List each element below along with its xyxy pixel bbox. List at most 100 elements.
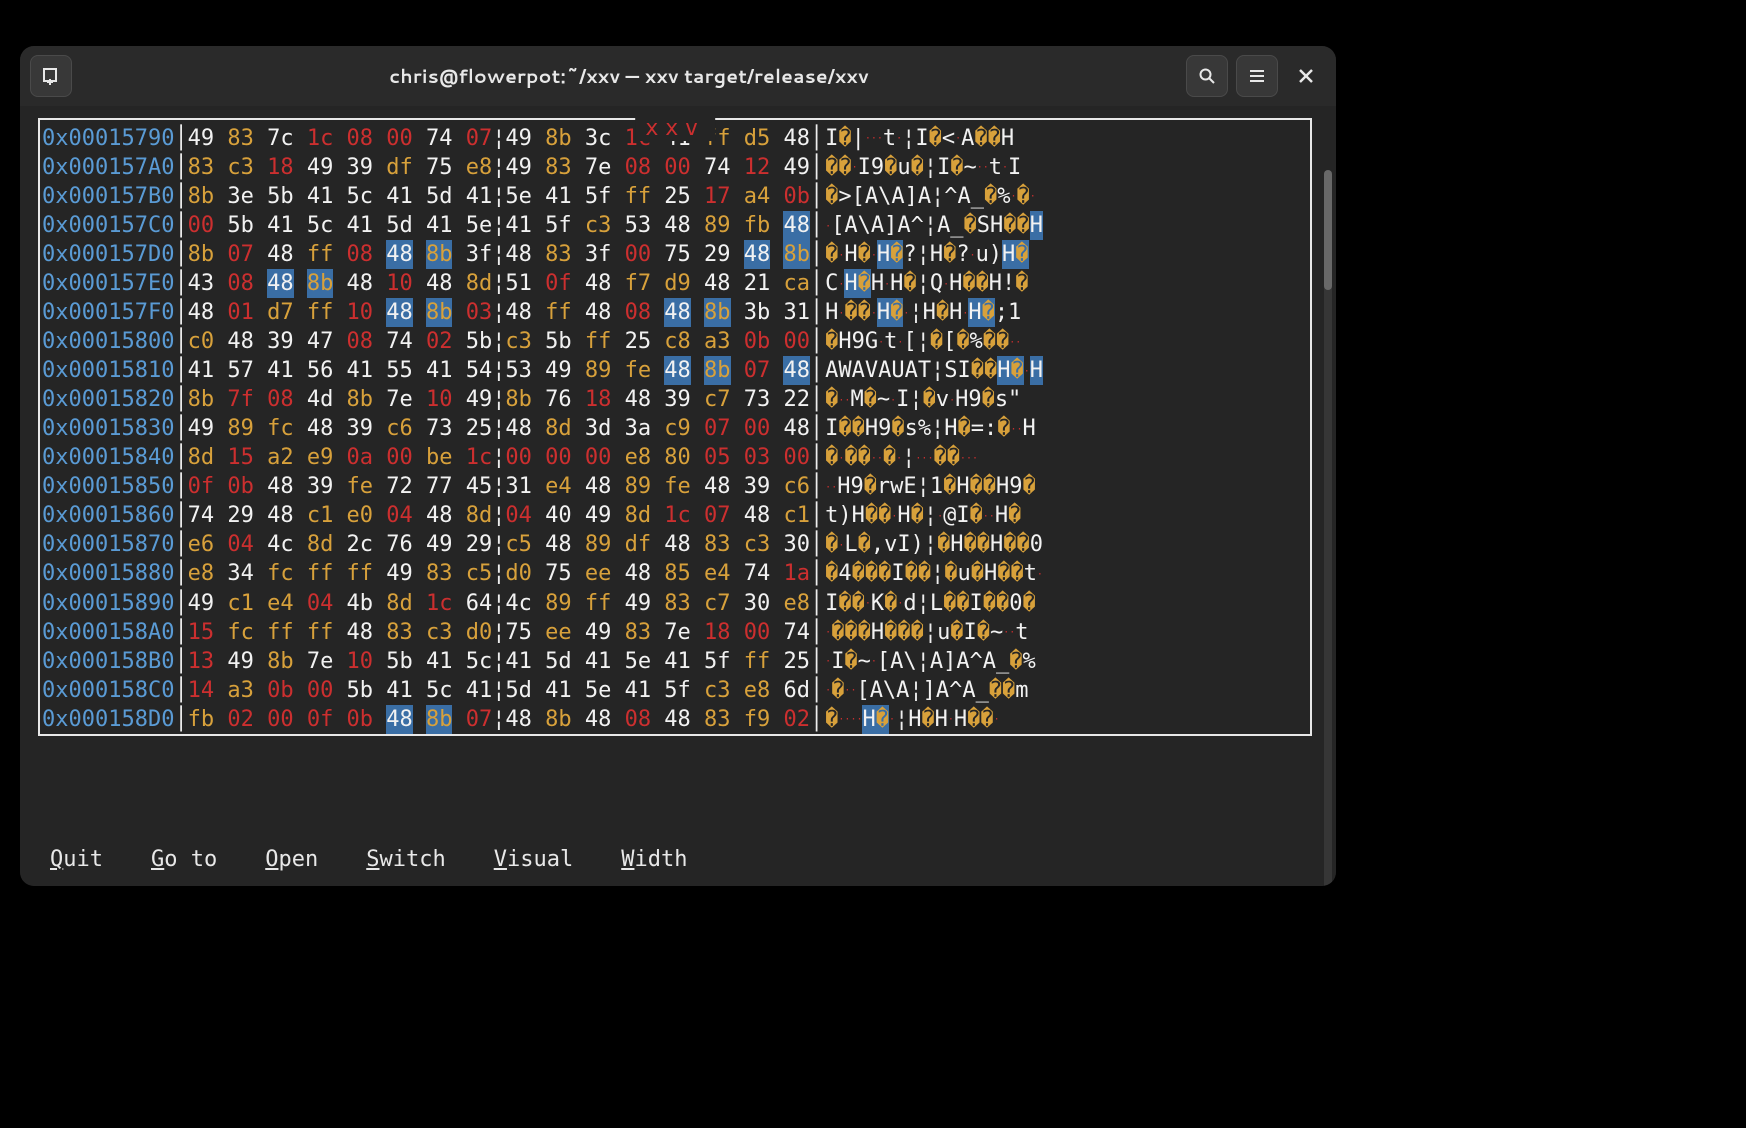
hex-byte: 49 [585,501,611,530]
ascii-char: 4 [838,559,851,588]
hex-byte: 34 [227,559,253,588]
column-separator: │ [810,356,823,385]
ascii-char: � [838,153,851,182]
hex-byte: 8d [307,530,333,559]
hex-byte: 7e [386,385,412,414]
hex-byte: 5f [585,182,611,211]
hex-byte: 48 [386,240,412,269]
hex-byte: 5f [704,647,730,676]
ascii-column: I��·K�·d¦L��I��0� [823,589,1036,618]
ascii-char: � [858,298,871,327]
hex-byte: 48 [267,472,293,501]
ascii-char: � [844,618,857,647]
ascii-char: A [930,647,943,676]
offset: 0x00015790 [40,124,174,153]
menu-item-pen[interactable]: Open [265,847,318,872]
column-separator: │ [174,327,187,356]
ascii-char: � [930,327,943,356]
ascii-char: � [947,443,960,472]
hex-byte: 51 [505,269,531,298]
ascii-char: I [825,589,838,618]
menu-button[interactable] [1236,55,1278,97]
ascii-char: � [977,530,990,559]
hex-byte: c6 [386,414,412,443]
new-tab-button[interactable] [30,55,72,97]
hex-byte: 85 [664,559,690,588]
ascii-char: � [984,182,997,211]
hex-byte: 41 [505,211,531,240]
hex-byte: 8b [188,385,214,414]
hex-byte: 53 [625,211,651,240]
terminal-content[interactable]: xxv 0x00015790│49 83 7c 1c 08 00 74 07¦4… [20,106,1336,886]
menu-item-witch[interactable]: Switch [366,847,445,872]
hex-byte: 2c [347,530,373,559]
hex-row: 0x00015880│e8 34 fc ff ff 49 83 c5¦d0 75… [40,559,1310,588]
ascii-char: S [977,211,990,240]
ascii-char: " [1008,385,1021,414]
ascii-char: U [891,356,904,385]
hex-byte: ff [267,618,293,647]
ascii-char: V [865,356,878,385]
ascii-char: � [844,647,857,676]
hex-byte: 10 [386,269,412,298]
hex-viewer: xxv 0x00015790│49 83 7c 1c 08 00 74 07¦4… [38,118,1312,826]
hex-byte: 41 [466,182,492,211]
hex-byte: 18 [585,385,611,414]
hex-byte: 48 [585,298,611,327]
ascii-char: H [944,414,957,443]
hex-byte: 53 [505,356,531,385]
hex-byte: 48 [664,705,690,734]
ascii-char: � [844,443,857,472]
search-button[interactable] [1186,55,1228,97]
menu-item-idth[interactable]: Width [621,847,687,872]
column-separator: │ [810,472,823,501]
ascii-char: � [890,298,903,327]
scrollbar-thumb[interactable] [1324,170,1332,290]
hex-byte: 8b [347,385,373,414]
ascii-char: � [825,327,838,356]
hex-byte: 25 [783,647,809,676]
ascii-char: � [825,182,838,211]
hex-byte: 03 [466,298,492,327]
ascii-char: [ [831,211,844,240]
ascii-char: \ [883,676,896,705]
ascii-char: � [1015,240,1028,269]
ascii-char: H [949,298,962,327]
hex-byte: e8 [625,443,651,472]
ascii-char: H [865,414,878,443]
hex-row: 0x000157D0│8b 07 48 ff 08 48 8b 3f¦48 83… [40,240,1310,269]
hex-byte: e8 [744,676,770,705]
close-button[interactable] [1286,56,1326,96]
scrollbar[interactable] [1324,170,1332,886]
hex-byte: 07 [744,356,770,385]
ascii-char: � [982,298,995,327]
ascii-char: H [1001,124,1014,153]
column-separator: │ [810,443,823,472]
ascii-char: ~ [877,385,890,414]
hex-bytes: 8b 07 48 ff 08 48 8b 3f¦48 83 3f 00 75 2… [188,240,810,269]
ascii-char: � [825,530,838,559]
ascii-char: A [936,676,949,705]
menu-item-isual[interactable]: Visual [494,847,573,872]
ascii-char: , [871,530,884,559]
ascii-char: A [870,676,883,705]
hex-row: 0x000158B0│13 49 8b 7e 10 5b 41 5c¦41 5d… [40,647,1310,676]
hex-byte: 4c [505,589,531,618]
hex-byte: ff [625,182,651,211]
ascii-char: ) [989,240,1002,269]
ascii-char: � [838,414,851,443]
hex-byte: 30 [744,589,770,618]
hex-byte: 48 [188,298,214,327]
hex-byte: ff [585,327,611,356]
hex-byte: 8d [466,501,492,530]
ascii-char: � [1016,182,1029,211]
hex-byte: 48 [426,501,452,530]
hex-byte: 83 [188,153,214,182]
hex-byte: 31 [783,298,809,327]
column-separator: │ [810,298,823,327]
menu-item-o-to[interactable]: Go to [151,847,217,872]
menu-item-uit[interactable]: Quit [50,847,103,872]
hex-byte: 80 [664,443,690,472]
hex-byte: 7e [664,618,690,647]
hex-byte: ff [347,559,373,588]
